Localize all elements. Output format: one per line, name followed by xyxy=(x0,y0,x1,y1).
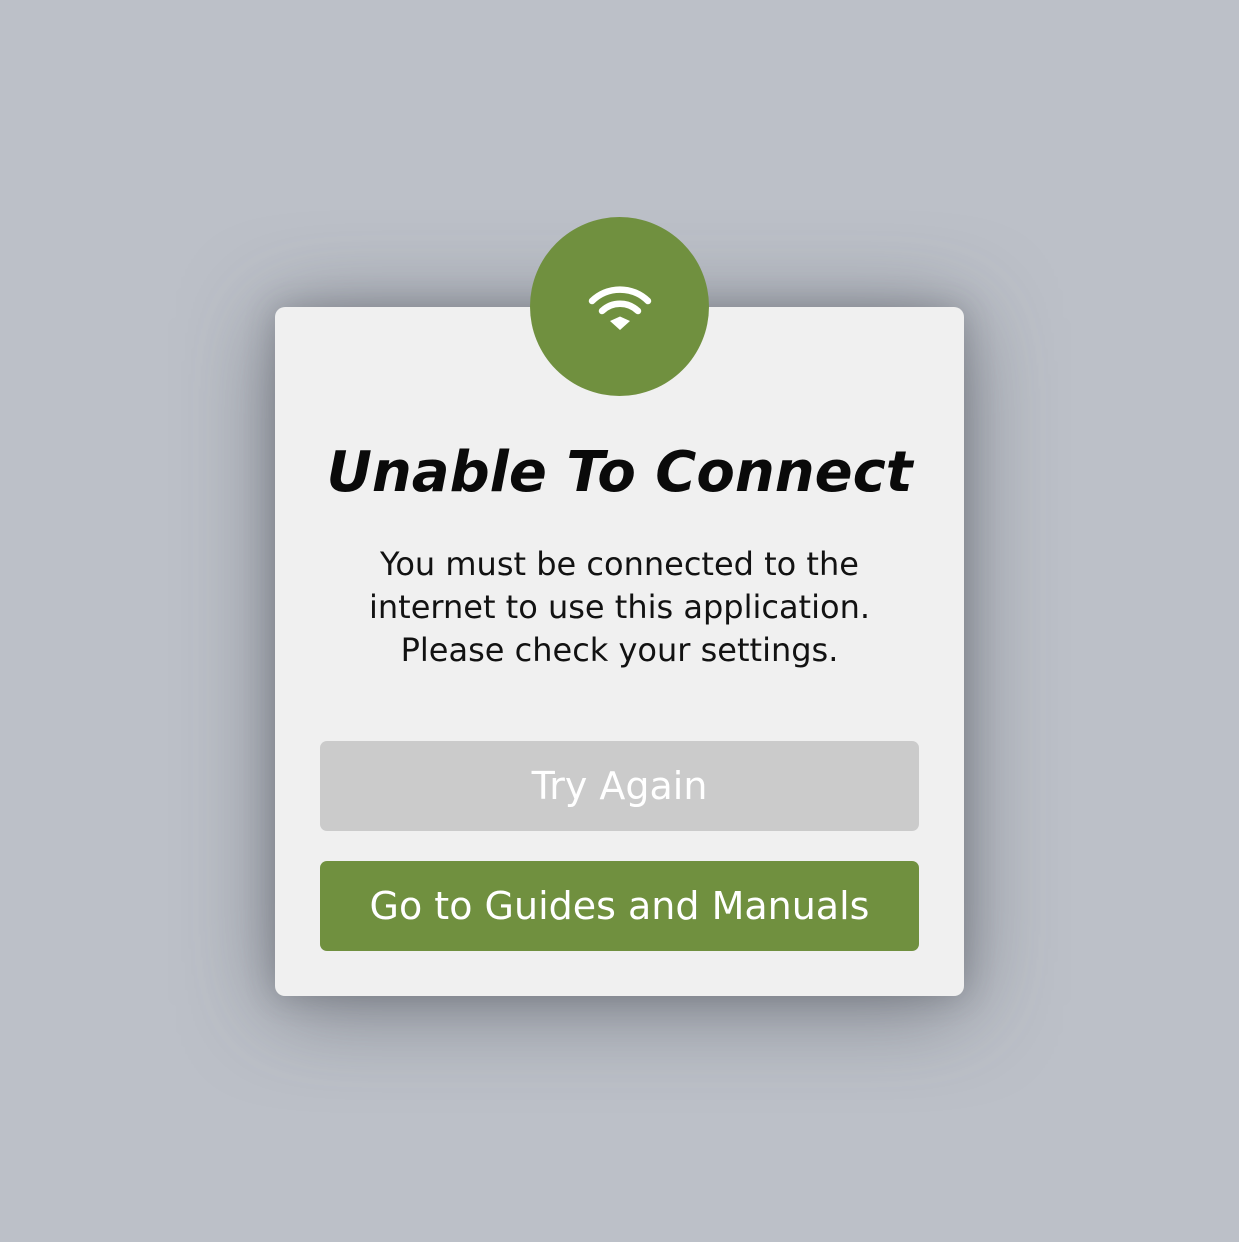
wifi-icon xyxy=(588,285,651,330)
connection-error-dialog: Unable To Connect You must be connected … xyxy=(275,217,964,996)
dialog-title: Unable To Connect xyxy=(326,440,913,505)
dialog-message: You must be connected to the internet to… xyxy=(315,543,924,672)
message-line: You must be connected to the xyxy=(380,545,859,583)
message-line: internet to use this application. xyxy=(368,588,871,626)
go-to-guides-button[interactable]: Go to Guides and Manuals xyxy=(320,861,919,951)
wifi-badge xyxy=(530,217,709,396)
try-again-button[interactable]: Try Again xyxy=(320,741,919,831)
message-line: Please check your settings. xyxy=(400,631,839,669)
